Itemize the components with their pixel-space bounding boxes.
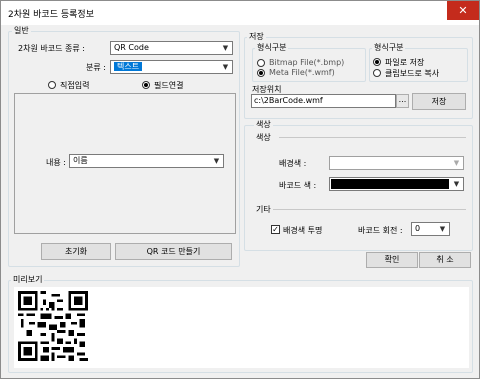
chevron-down-icon: ▼ [222,63,229,71]
chevron-down-icon: ▼ [439,225,446,233]
field-link-radio[interactable] [142,81,150,89]
category-value: 텍스트 [114,62,143,71]
make-qr-button[interactable]: QR 코드 만들기 [115,243,232,260]
save-button[interactable]: 저장 [412,93,466,110]
bmp-label: Bitmap File(*.bmp) [269,58,345,67]
direct-input-label: 직접입력 [60,81,90,90]
content-label: 내용 : [46,158,66,167]
bmp-radio[interactable] [257,59,265,67]
location-input[interactable]: c:\2BarCode.wmf [251,94,396,108]
bar-color-swatch [331,179,449,189]
chevron-down-icon: ▼ [453,159,460,167]
save-file-label: 파일로 저장 [385,58,425,67]
barcode-type-value: QR Code [114,43,149,52]
save-file-radio[interactable] [373,58,381,66]
bg-color-label: 배경색 : [279,159,307,168]
color-group-label: 색상 [254,119,273,130]
clipboard-label: 클립보드로 복사 [385,69,440,78]
window-title: 2차원 바코드 등록정보 [8,10,94,20]
chevron-down-icon: ▼ [453,180,460,188]
category-label: 분류 : [86,63,106,72]
wmf-radio[interactable] [257,69,265,77]
dialog-window: 2차원 바코드 등록정보 ✕ 일반 2차원 바코드 종류 : QR Code ▼… [0,0,480,379]
barcode-type-select[interactable]: QR Code ▼ [110,41,233,55]
direct-input-radio[interactable] [48,81,56,89]
browse-button[interactable]: ... [396,94,409,108]
transparent-checkbox[interactable]: ✓ [271,225,280,234]
bar-color-select[interactable]: ▼ [329,177,464,191]
preview-panel [14,287,469,368]
bar-color-label: 바코드 색 : [279,181,317,190]
color-divider [279,137,466,138]
ok-button[interactable]: 확인 [366,252,418,268]
content-select[interactable]: 이름 ▼ [69,154,224,168]
general-group-label: 일반 [12,25,31,36]
etc-divider [273,209,466,210]
rotate-label: 바코드 회전 : [358,226,403,235]
clipboard-radio[interactable] [373,69,381,77]
rotate-value: 0 [415,224,421,233]
content-value: 이름 [73,156,88,165]
rotate-select[interactable]: 0 ▼ [411,222,450,236]
bg-color-select[interactable]: ▼ [329,156,464,170]
chevron-down-icon: ▼ [213,157,220,165]
field-link-label: 필드연결 [154,81,184,90]
color-sub-label: 색상 [256,133,271,142]
chevron-down-icon: ▼ [222,44,229,52]
save-group-label: 저장 [247,31,266,42]
close-button[interactable]: ✕ [447,1,479,20]
etc-label: 기타 [256,205,271,214]
title-bar: 2차원 바코드 등록정보 ✕ [1,1,479,25]
transparent-label: 배경색 투명 [283,226,323,235]
reset-button[interactable]: 초기화 [41,243,111,260]
preview-group-label: 미리보기 [11,274,45,285]
cancel-button[interactable]: 취 소 [419,252,471,268]
barcode-type-label: 2차원 바코드 종류 : [18,44,85,53]
wmf-label: Meta File(*.wmf) [269,68,335,77]
qr-code-image [18,291,88,361]
category-select[interactable]: 텍스트 ▼ [110,60,233,74]
target-group-label: 형식구분 [372,42,406,53]
format-group-label: 형식구분 [255,42,289,53]
